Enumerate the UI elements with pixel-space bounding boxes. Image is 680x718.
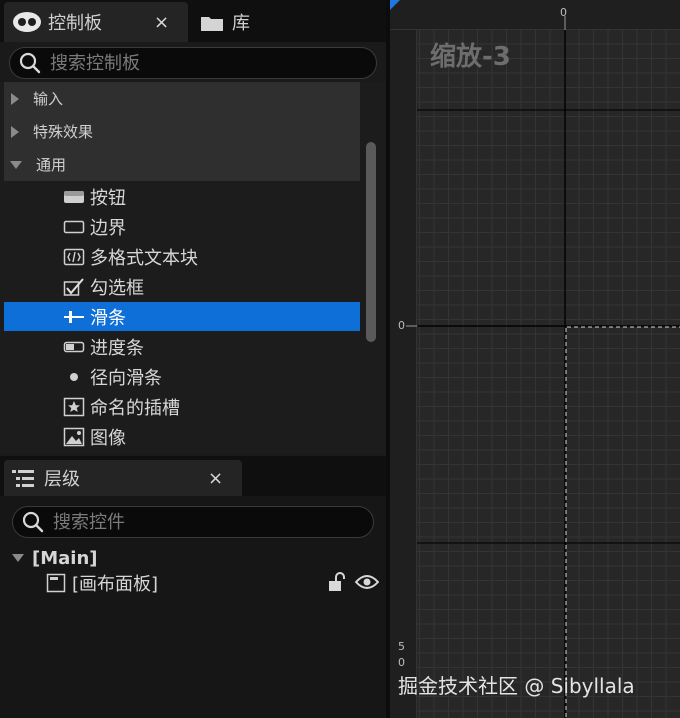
- search-icon: [19, 52, 41, 74]
- ruler-left-five: 5: [398, 640, 405, 653]
- ruler-vertical: 0 5 0: [390, 30, 417, 718]
- palette-item-named-slot[interactable]: 命名的插槽: [4, 392, 360, 421]
- image-icon: [63, 426, 85, 448]
- category-label: 特殊效果: [33, 123, 94, 141]
- canvas-major-grid: [390, 30, 680, 718]
- item-label: 进度条: [90, 337, 144, 359]
- watermark-text: 掘金技术社区 @ Sibyllala: [398, 674, 635, 698]
- lock-icon[interactable]: [328, 572, 348, 596]
- palette-logo-icon: [12, 11, 42, 38]
- item-label: 多格式文本块: [90, 247, 198, 269]
- tab-hierarchy[interactable]: 层级 ×: [4, 460, 242, 496]
- tree-row-canvas-panel[interactable]: [画布面板]: [46, 571, 158, 595]
- border-icon: [63, 216, 85, 238]
- slider-icon: [63, 306, 85, 328]
- item-label: 按钮: [90, 187, 126, 209]
- canvas-panel-icon: [46, 573, 66, 593]
- category-special-effects[interactable]: 特殊效果: [4, 115, 360, 148]
- palette-item-radial-slider[interactable]: 径向滑条: [4, 362, 360, 391]
- tab-palette[interactable]: 控制板 ×: [4, 2, 188, 42]
- palette-search-input[interactable]: [50, 52, 340, 74]
- palette-item-checkbox[interactable]: 勾选框: [4, 272, 360, 301]
- item-label: 径向滑条: [90, 367, 162, 389]
- button-icon: [63, 186, 85, 208]
- hierarchy-tabbar: 层级 ×: [0, 456, 386, 496]
- palette-tabbar: 控制板 × 库: [0, 0, 386, 42]
- tab-library[interactable]: 库: [196, 2, 296, 42]
- left-panel: 控制板 × 库 输入 特殊效果 通用: [0, 0, 386, 718]
- close-icon[interactable]: ×: [208, 468, 223, 489]
- checkbox-icon: [63, 276, 85, 298]
- palette-search-input-wrap[interactable]: [9, 47, 377, 79]
- ruler-left-zero: 0: [398, 319, 405, 332]
- palette-item-progress-bar[interactable]: 进度条: [4, 332, 360, 361]
- ruler-horizontal: 0: [390, 0, 680, 30]
- named-slot-icon: [63, 396, 85, 418]
- hierarchy-tab-title: 层级: [44, 469, 80, 490]
- radial-slider-icon: [63, 366, 85, 388]
- collapse-arrow-icon: [12, 554, 24, 562]
- palette-item-button[interactable]: 按钮: [4, 182, 360, 211]
- palette-item-slider[interactable]: 滑条: [4, 302, 360, 331]
- folder-icon: [200, 14, 224, 37]
- library-tab-label: 库: [232, 13, 250, 34]
- item-label: 滑条: [90, 307, 126, 329]
- palette-item-image[interactable]: 图像: [4, 422, 360, 451]
- palette-scrollbar[interactable]: [366, 142, 376, 342]
- category-input[interactable]: 输入: [4, 82, 360, 115]
- search-icon: [22, 511, 44, 533]
- rich-text-icon: [63, 246, 85, 268]
- hierarchy-search-input[interactable]: [53, 511, 343, 533]
- hierarchy-search-input-wrap[interactable]: [12, 506, 374, 538]
- ruler-top-zero: 0: [560, 6, 567, 19]
- category-common[interactable]: 通用: [4, 148, 360, 181]
- expand-arrow-icon: [11, 125, 19, 138]
- tree-root-label: [Main]: [32, 547, 98, 569]
- palette-item-border[interactable]: 边界: [4, 212, 360, 241]
- item-label: 勾选框: [90, 277, 144, 299]
- palette-list: 输入 特殊效果 通用 按钮 边界 多格式文本块 勾选框 滑条 进度条 径向滑条 …: [0, 82, 386, 454]
- collapse-arrow-icon: [10, 160, 22, 169]
- hierarchy-panel: [Main] [画布面板]: [0, 496, 386, 718]
- palette-tab-title: 控制板: [48, 13, 102, 34]
- expand-arrow-icon: [11, 92, 19, 105]
- ruler-left-zero-bottom: 0: [398, 656, 405, 669]
- hierarchy-list-icon: [12, 468, 36, 493]
- item-label: 命名的插槽: [90, 397, 180, 419]
- visibility-eye-icon[interactable]: [354, 574, 380, 594]
- palette-item-rich-text-block[interactable]: 多格式文本块: [4, 242, 360, 271]
- item-label: 图像: [90, 427, 126, 449]
- zoom-level-label: 缩放-3: [430, 42, 511, 72]
- category-label: 输入: [33, 90, 64, 108]
- tree-child-label: [画布面板]: [72, 574, 159, 595]
- category-label: 通用: [36, 156, 67, 174]
- tree-row-main[interactable]: [Main]: [10, 546, 98, 570]
- progress-bar-icon: [63, 336, 85, 358]
- item-label: 边界: [90, 217, 126, 239]
- close-icon[interactable]: ×: [154, 12, 169, 33]
